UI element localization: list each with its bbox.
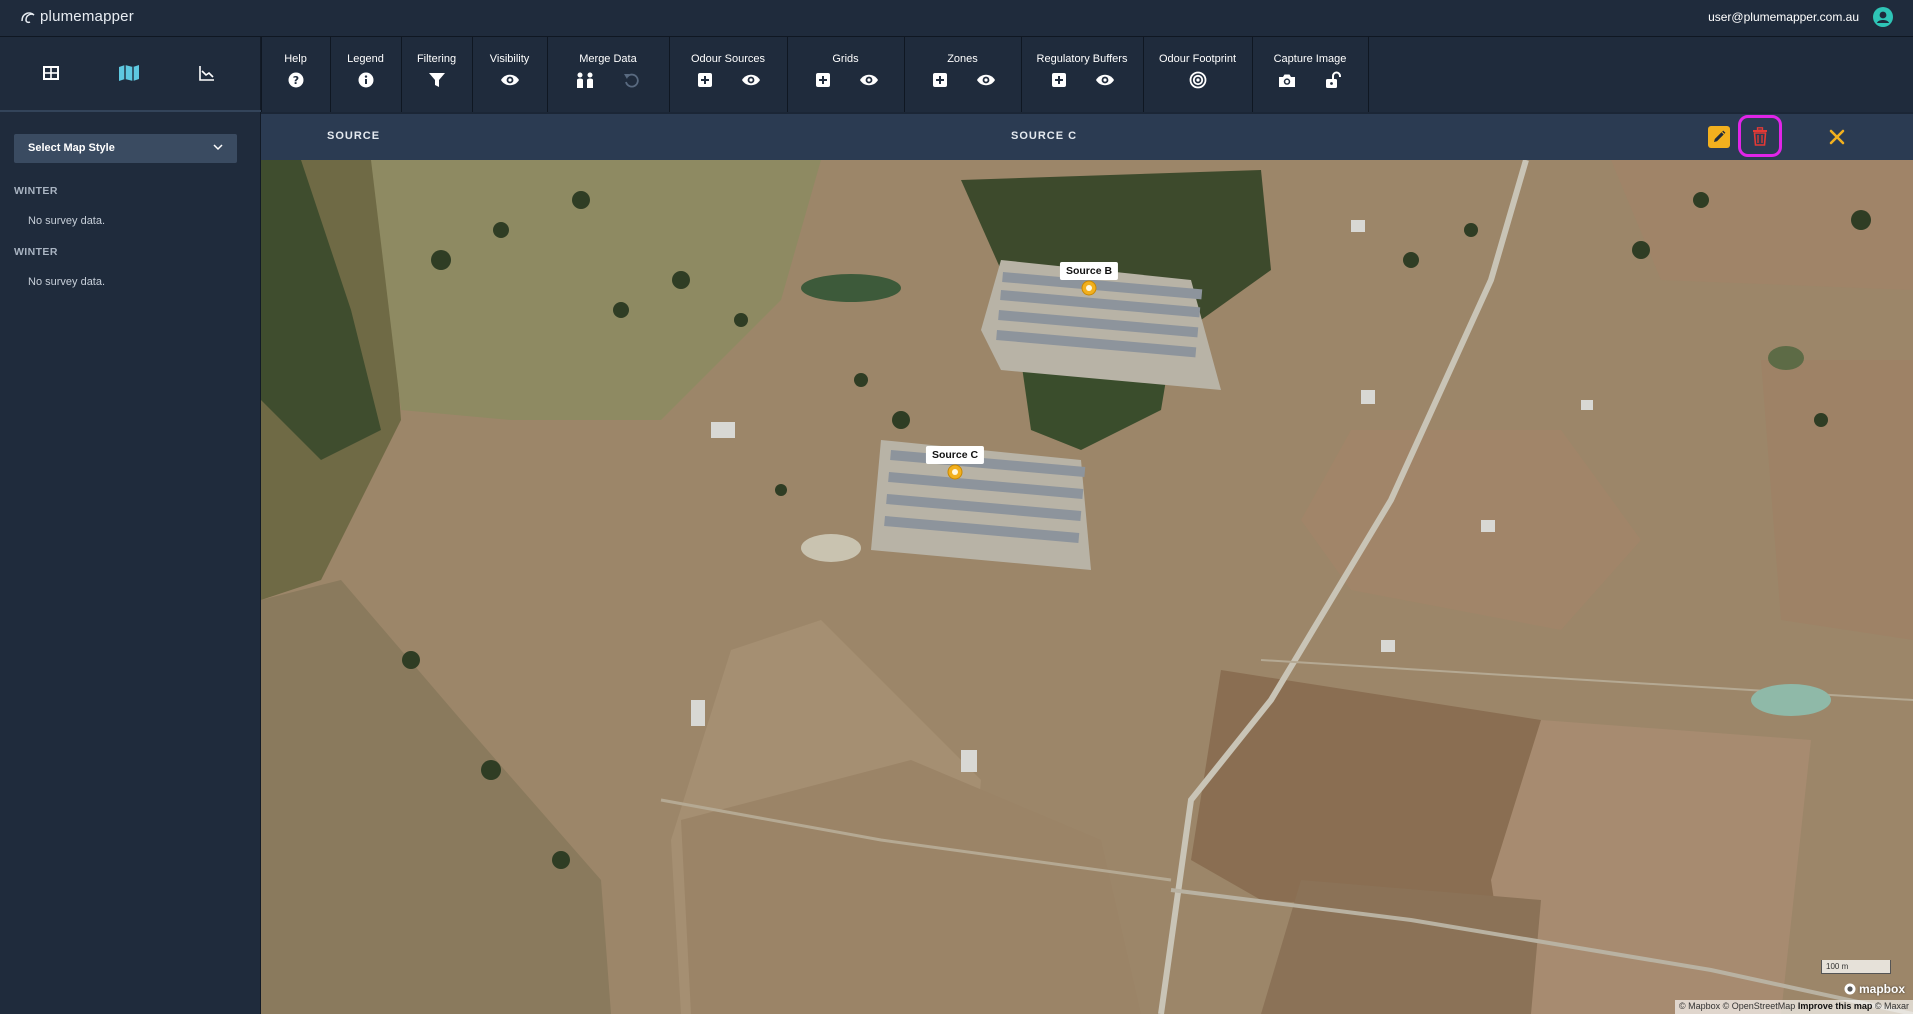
chart-icon bbox=[199, 66, 214, 81]
toolbar-group-odour-footprint: Odour Footprint bbox=[1143, 37, 1251, 112]
close-source-button[interactable] bbox=[1826, 126, 1848, 148]
toolbar-group-odour-sources: Odour Sources bbox=[669, 37, 786, 112]
view-tabs bbox=[0, 37, 261, 112]
group-label: Legend bbox=[347, 53, 384, 65]
target-icon[interactable] bbox=[1183, 69, 1213, 91]
season-heading: WINTER bbox=[14, 185, 58, 197]
map-toolbar: Help ? Legend Filtering Visibility Merge… bbox=[261, 37, 1913, 112]
toolbar-group-filtering: Filtering bbox=[401, 37, 471, 112]
attribution-credits[interactable]: © Mapbox © OpenStreetMap bbox=[1679, 1001, 1795, 1011]
camera-icon[interactable] bbox=[1272, 69, 1302, 91]
eye-icon[interactable] bbox=[971, 69, 1001, 91]
close-icon bbox=[1829, 129, 1845, 145]
attribution-maxar[interactable]: © Maxar bbox=[1875, 1001, 1909, 1011]
toolbar-group-legend: Legend bbox=[330, 37, 400, 112]
unlock-icon[interactable] bbox=[1318, 69, 1348, 91]
toolbar-group-help: Help ? bbox=[261, 37, 329, 112]
toolbar-group-capture-image: Capture Image bbox=[1252, 37, 1367, 112]
toolbar-group-grids: Grids bbox=[787, 37, 903, 112]
table-icon bbox=[43, 66, 59, 80]
plume-logo-icon bbox=[21, 11, 35, 23]
eye-icon[interactable] bbox=[854, 69, 884, 91]
group-label: Odour Sources bbox=[691, 53, 765, 65]
plumemapper-logo[interactable]: plumemapper bbox=[20, 8, 134, 25]
source-label: SOURCE bbox=[327, 130, 381, 142]
group-label: Regulatory Buffers bbox=[1036, 53, 1128, 65]
odour-source-pin-icon bbox=[947, 464, 963, 480]
mapbox-icon bbox=[1844, 983, 1856, 995]
season-note: No survey data. bbox=[28, 215, 106, 227]
odour-source-pin-icon bbox=[1081, 280, 1097, 296]
chevron-down-icon bbox=[213, 144, 223, 151]
mapbox-logo-text: mapbox bbox=[1858, 982, 1905, 996]
toolbar-group-merge-data: Merge Data bbox=[547, 37, 668, 112]
add-source-icon[interactable] bbox=[690, 69, 720, 91]
user-avatar-icon[interactable] bbox=[1873, 7, 1893, 27]
map-marker-source-b[interactable]: Source B bbox=[1059, 262, 1119, 302]
filter-icon[interactable] bbox=[422, 69, 452, 91]
toolbar-group-zones: Zones bbox=[904, 37, 1020, 112]
logo-text: plumemapper bbox=[40, 8, 134, 25]
improve-map-link[interactable]: Improve this map bbox=[1798, 1001, 1873, 1011]
eye-icon[interactable] bbox=[495, 69, 525, 91]
eye-icon[interactable] bbox=[1090, 69, 1120, 91]
tab-chart-view[interactable] bbox=[194, 61, 220, 85]
add-zone-icon[interactable] bbox=[925, 69, 955, 91]
merge-icon[interactable] bbox=[570, 69, 600, 91]
source-detail-bar: SOURCE SOURCE C bbox=[261, 114, 1913, 160]
group-label: Grids bbox=[832, 53, 859, 65]
marker-label: Source C bbox=[925, 446, 985, 464]
group-label: Odour Footprint bbox=[1158, 53, 1237, 65]
info-icon[interactable] bbox=[351, 69, 381, 91]
toolbar-divider bbox=[1368, 37, 1369, 112]
group-label: Help bbox=[284, 53, 307, 65]
season-heading: WINTER bbox=[14, 246, 58, 258]
pencil-icon bbox=[1714, 130, 1726, 142]
toolbar-group-regulatory-buffers: Regulatory Buffers bbox=[1021, 37, 1142, 112]
add-grid-icon[interactable] bbox=[808, 69, 838, 91]
satellite-map[interactable]: Source B Source C 100 m mapbox © Mapbox … bbox=[261, 160, 1913, 1014]
source-name: SOURCE C bbox=[1011, 130, 1078, 142]
svg-text:?: ? bbox=[292, 74, 298, 87]
group-label: Visibility bbox=[489, 53, 530, 65]
delete-source-button[interactable] bbox=[1738, 115, 1782, 157]
left-sidebar: Select Map Style WINTER No survey data. … bbox=[0, 37, 261, 1014]
mapbox-logo[interactable]: mapbox bbox=[1844, 982, 1905, 996]
group-label: Zones bbox=[947, 53, 978, 65]
tab-map-view[interactable] bbox=[116, 61, 142, 85]
map-style-label: Select Map Style bbox=[28, 142, 115, 154]
tab-table-view[interactable] bbox=[38, 61, 64, 85]
top-bar: plumemapper user@plumemapper.com.au bbox=[0, 0, 1913, 37]
season-note: No survey data. bbox=[28, 276, 106, 288]
undo-icon[interactable] bbox=[616, 69, 646, 91]
map-marker-source-c[interactable]: Source C bbox=[925, 446, 985, 486]
user-email[interactable]: user@plumemapper.com.au bbox=[1708, 10, 1859, 24]
group-label: Filtering bbox=[416, 53, 457, 65]
toolbar-group-visibility: Visibility bbox=[472, 37, 546, 112]
map-attribution: © Mapbox © OpenStreetMap Improve this ma… bbox=[1674, 1000, 1913, 1014]
group-label: Merge Data bbox=[579, 53, 637, 65]
map-style-select[interactable]: Select Map Style bbox=[14, 134, 237, 163]
eye-icon[interactable] bbox=[736, 69, 766, 91]
map-icon bbox=[119, 65, 139, 81]
add-buffer-icon[interactable] bbox=[1044, 69, 1074, 91]
edit-source-button[interactable] bbox=[1708, 126, 1730, 148]
app-root: plumemapper user@plumemapper.com.au Sele… bbox=[0, 0, 1913, 1014]
map-scale-bar: 100 m bbox=[1821, 960, 1891, 974]
marker-label: Source B bbox=[1059, 262, 1119, 280]
trash-icon bbox=[1753, 126, 1767, 146]
help-icon[interactable]: ? bbox=[281, 69, 311, 91]
group-label: Capture Image bbox=[1273, 53, 1347, 65]
